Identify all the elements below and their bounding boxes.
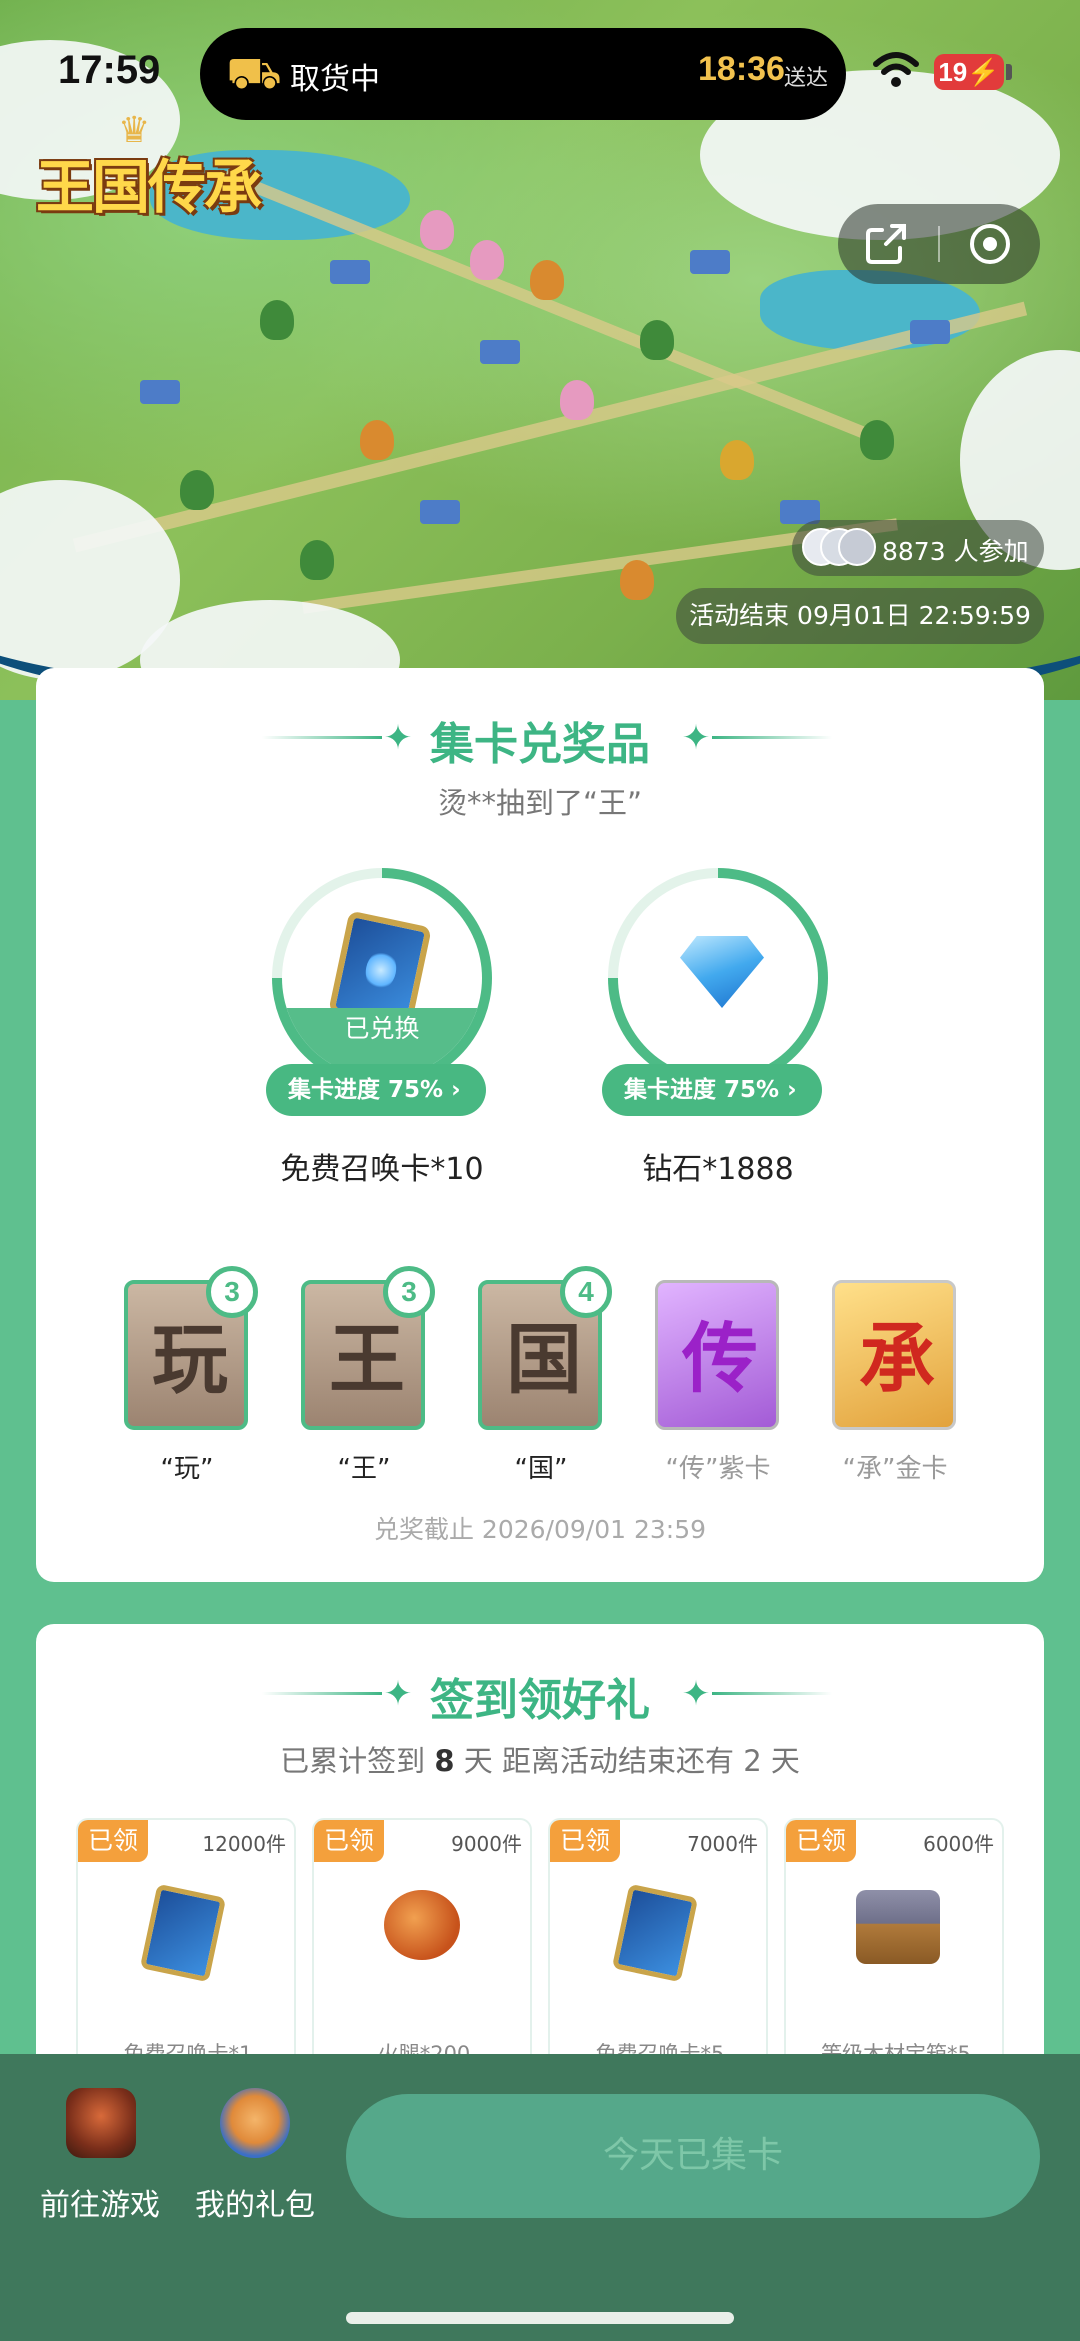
word-card-wan[interactable]: 玩 3 “玩” bbox=[122, 1266, 258, 1484]
word-card-chuan[interactable]: 传 “传”紫卡 bbox=[653, 1278, 783, 1484]
participants-badge: 8873 人参加 bbox=[792, 520, 1044, 576]
word-card-wang[interactable]: 王 3 “王” bbox=[299, 1266, 435, 1484]
gift-item[interactable]: 已领 12000件 免费召唤卡*1 bbox=[76, 1818, 296, 2078]
claimed-tag: 已领 bbox=[786, 1820, 856, 1862]
status-time: 17:59 bbox=[58, 48, 161, 92]
diamond-icon bbox=[680, 936, 764, 1008]
sparkle-icon: ✦ bbox=[681, 1674, 711, 1714]
go-game-button[interactable]: 前往游戏 bbox=[30, 2088, 170, 2228]
bottom-action-bar: 前往游戏 我的礼包 今天已集卡 bbox=[0, 2054, 1080, 2341]
activity-end-time: 活动结束 09月01日 22:59:59 bbox=[676, 588, 1044, 644]
battery-indicator: 19⚡ bbox=[934, 54, 1004, 90]
summon-card-icon bbox=[139, 1883, 228, 1983]
prize-diamond[interactable]: 集卡进度 75% › 钻石*1888 bbox=[598, 868, 838, 1187]
card-count-badge: 3 bbox=[206, 1266, 258, 1318]
participant-avatars bbox=[802, 528, 876, 568]
draw-ticker: 烫**抽到了“王” bbox=[437, 786, 643, 820]
gift-item[interactable]: 已领 6000件 等级木材宝箱*5 bbox=[784, 1818, 1004, 2078]
my-gift-button[interactable]: 我的礼包 bbox=[180, 2088, 330, 2228]
progress-pill[interactable]: 集卡进度 75% › bbox=[602, 1064, 822, 1116]
word-card-guo[interactable]: 国 4 “国” bbox=[476, 1266, 612, 1484]
prize-name: 钻石*1888 bbox=[642, 1152, 794, 1187]
dynamic-island[interactable]: ⛟ 取货中 18:36 送达 bbox=[200, 28, 846, 120]
wifi-icon bbox=[873, 52, 919, 87]
word-card-cheng[interactable]: 承 “承”金卡 bbox=[830, 1278, 960, 1484]
mini-program-capsule bbox=[838, 204, 1040, 284]
prize-summon[interactable]: 已兑换 集卡进度 75% › 免费召唤卡*10 bbox=[262, 868, 502, 1187]
summon-card-icon bbox=[611, 1883, 700, 1983]
redeem-deadline: 兑奖截止 2026/09/01 23:59 bbox=[373, 1515, 707, 1544]
collect-card-section: ✦ 集卡兑奖品 ✦ 烫**抽到了“王” 已兑换 集卡进度 75% › 免费召唤卡… bbox=[36, 668, 1044, 1582]
card-count-badge: 4 bbox=[560, 1266, 612, 1318]
ham-icon bbox=[384, 1890, 464, 1970]
section-title: 集卡兑奖品 bbox=[430, 719, 650, 770]
collect-today-button[interactable]: 今天已集卡 bbox=[346, 2094, 1040, 2218]
gift-bag-icon bbox=[220, 2088, 290, 2158]
chest-icon bbox=[856, 1890, 940, 1970]
prize-name: 免费召唤卡*10 bbox=[280, 1152, 484, 1187]
close-target-icon[interactable] bbox=[964, 218, 1016, 270]
section-title: 签到领好礼 bbox=[430, 1675, 650, 1726]
share-icon[interactable] bbox=[860, 218, 912, 270]
gift-item[interactable]: 已领 9000件 火腿*200 bbox=[312, 1818, 532, 2078]
card-count-badge: 3 bbox=[383, 1266, 435, 1318]
signin-summary: 已累计签到 8 天 距离活动结束还有 2 天 bbox=[280, 1744, 800, 1778]
home-indicator bbox=[346, 2312, 734, 2324]
claimed-tag: 已领 bbox=[550, 1820, 620, 1862]
progress-pill[interactable]: 集卡进度 75% › bbox=[266, 1064, 486, 1116]
progress-ring bbox=[608, 868, 828, 1088]
progress-ring: 已兑换 bbox=[272, 868, 492, 1088]
rider-icon: ⛟ bbox=[226, 48, 282, 99]
sparkle-icon: ✦ bbox=[681, 718, 711, 758]
game-hero-icon bbox=[66, 2088, 136, 2158]
claimed-tag: 已领 bbox=[78, 1820, 148, 1862]
claimed-tag: 已领 bbox=[314, 1820, 384, 1862]
gift-item[interactable]: 已领 7000件 免费召唤卡*5 bbox=[548, 1818, 768, 2078]
status-bar: 17:59 ⛟ 取货中 18:36 送达 19⚡ bbox=[0, 0, 1080, 140]
